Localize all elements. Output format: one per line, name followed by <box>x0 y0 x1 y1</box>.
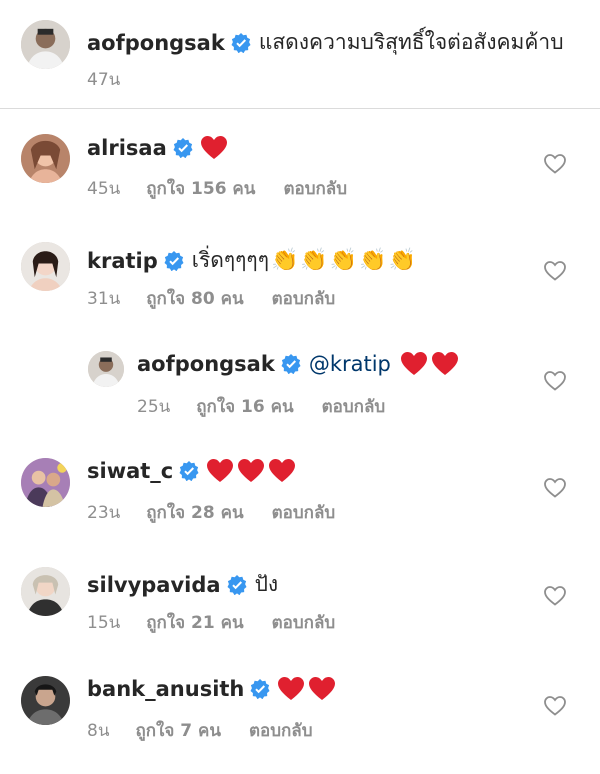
verified-badge-icon <box>281 354 301 374</box>
red-heart-emoji <box>431 352 458 375</box>
reply-button[interactable]: ตอบกลับ <box>272 499 336 526</box>
avatar[interactable] <box>88 351 124 387</box>
username[interactable]: alrisaa <box>87 136 167 160</box>
reply-button[interactable]: ตอบกลับ <box>272 609 336 636</box>
caption-text: แสดงความบริสุทธิ์ใจต่อสังคมค้าบ <box>258 30 564 54</box>
red-heart-emoji <box>269 459 296 482</box>
timestamp: 8น <box>87 721 110 741</box>
username[interactable]: aofpongsak <box>137 352 275 376</box>
like-count[interactable]: ถูกใจ 156 คน <box>146 175 255 202</box>
verified-badge-icon <box>164 250 184 271</box>
comment: bank_anusith <box>87 677 340 701</box>
timestamp: 23น <box>87 503 121 523</box>
username[interactable]: siwat_c <box>87 459 173 483</box>
clapping-hands-emoji: 👏 <box>329 248 358 273</box>
heart-outline-icon[interactable] <box>544 696 566 716</box>
reply-button[interactable]: ตอบกลับ <box>249 717 313 744</box>
clapping-hands-emoji: 👏 <box>300 248 328 273</box>
comment-text: ปัง <box>254 572 279 596</box>
like-count[interactable]: ถูกใจ 16 คน <box>196 393 293 420</box>
reply-comment: aofpongsak @kratip <box>137 352 463 376</box>
username[interactable]: aofpongsak <box>87 31 225 55</box>
like-count[interactable]: ถูกใจ 21 คน <box>146 609 243 636</box>
heart-outline-icon[interactable] <box>544 154 566 174</box>
timestamp: 47น <box>87 70 121 90</box>
timestamp: 31น <box>87 289 121 309</box>
heart-outline-icon[interactable] <box>544 261 566 281</box>
verified-badge-icon <box>231 32 251 53</box>
clapping-hands-emoji: 👏 <box>359 248 387 273</box>
clapping-hands-emoji: 👏 <box>388 248 417 273</box>
verified-badge-icon <box>173 138 193 158</box>
avatar[interactable] <box>21 20 70 69</box>
red-heart-emoji <box>200 136 227 159</box>
like-count[interactable]: ถูกใจ 80 คน <box>146 285 243 312</box>
red-heart-emoji <box>278 677 305 700</box>
avatar[interactable] <box>21 134 70 183</box>
heart-outline-icon[interactable] <box>544 478 566 498</box>
verified-badge-icon <box>250 679 270 699</box>
comment-text: เริ่ดๆๆๆๆ <box>191 248 269 272</box>
heart-outline-icon[interactable] <box>544 371 566 391</box>
post-caption: aofpongsak แสดงความบริสุทธิ์ใจต่อสังคมค้… <box>0 0 600 108</box>
mention-link[interactable]: @kratip <box>309 352 391 376</box>
avatar[interactable] <box>21 676 70 725</box>
avatar[interactable] <box>21 567 70 616</box>
timestamp: 15น <box>87 613 121 633</box>
comment: silvypavida ปัง <box>87 568 278 601</box>
reply-button[interactable]: ตอบกลับ <box>283 175 347 202</box>
avatar[interactable] <box>21 242 70 291</box>
like-count[interactable]: ถูกใจ 7 คน <box>135 717 221 744</box>
red-heart-emoji <box>207 459 234 482</box>
comment: siwat_c <box>87 459 300 483</box>
username[interactable]: silvypavida <box>87 573 221 597</box>
timestamp: 25น <box>137 397 171 417</box>
comment: alrisaa <box>87 136 232 160</box>
clapping-hands-emoji: 👏 <box>270 248 299 273</box>
divider <box>0 108 600 109</box>
username[interactable]: kratip <box>87 249 158 273</box>
red-heart-emoji <box>309 677 336 700</box>
reply-button[interactable]: ตอบกลับ <box>322 393 386 420</box>
reply-button[interactable]: ตอบกลับ <box>272 285 336 312</box>
comment: kratip เริ่ดๆๆๆๆ 👏 👏 👏 👏 👏 <box>87 244 416 277</box>
avatar[interactable] <box>21 458 70 507</box>
like-count[interactable]: ถูกใจ 28 คน <box>146 499 243 526</box>
heart-outline-icon[interactable] <box>544 586 566 606</box>
red-heart-emoji <box>400 352 427 375</box>
username[interactable]: bank_anusith <box>87 677 244 701</box>
verified-badge-icon <box>179 461 199 481</box>
timestamp: 45น <box>87 179 121 199</box>
red-heart-emoji <box>238 459 265 482</box>
verified-badge-icon <box>227 574 247 595</box>
